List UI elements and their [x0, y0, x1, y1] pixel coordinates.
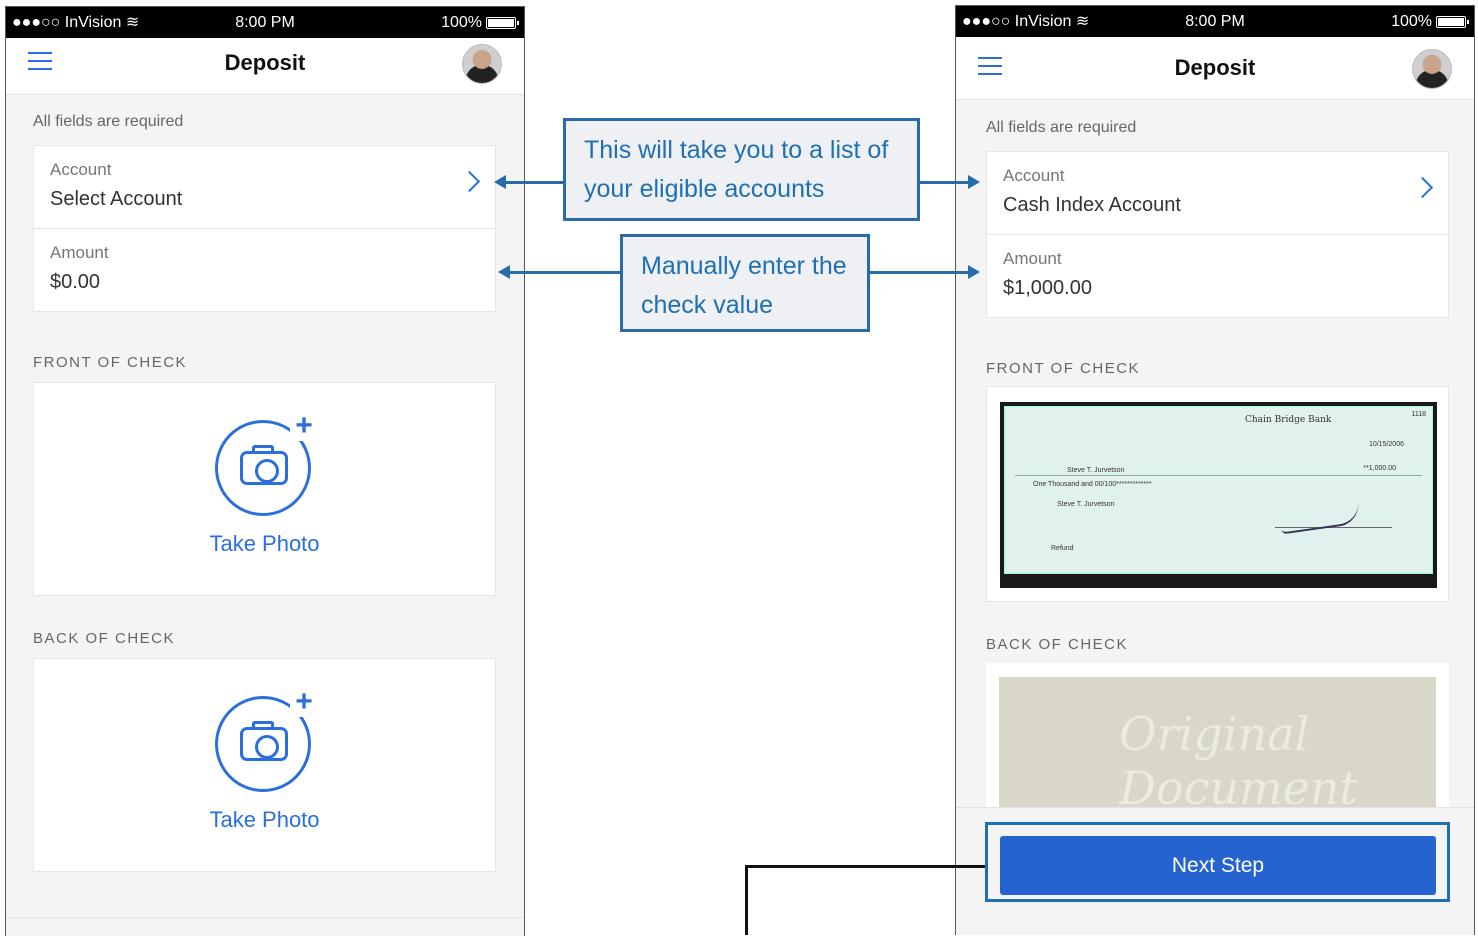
check-back-watermark: Original Document [1119, 707, 1358, 815]
amount-label: Amount [50, 243, 109, 262]
account-callout: This will take you to a list of your eli… [563, 118, 920, 221]
back-photo-button[interactable]: + Take Photo [33, 658, 496, 872]
account-value: Select Account [50, 188, 183, 210]
signature [1278, 501, 1362, 535]
front-photo[interactable]: Chain Bridge Bank 1118 10/15/2006 Steve … [986, 386, 1449, 602]
arrow-left-icon [498, 265, 510, 279]
status-bar: ●●●○○ InVision ︎≋ 8:00 PM 100% [6, 7, 524, 38]
account-field[interactable]: Account Cash Index Account [987, 152, 1448, 235]
avatar[interactable] [1412, 49, 1452, 89]
amount-value[interactable]: $0.00 [50, 271, 100, 294]
connector-line [745, 865, 985, 868]
account-value: Cash Index Account [1003, 194, 1181, 216]
avatar[interactable] [462, 44, 502, 84]
arrow-right-icon [968, 265, 980, 279]
check-bank-name: Chain Bridge Bank [1245, 415, 1332, 425]
account-label: Account [50, 160, 112, 179]
arrow-line [870, 271, 970, 274]
back-photo[interactable]: Original Document [986, 663, 1449, 823]
battery-percent: 100% [441, 14, 482, 31]
required-note: All fields are required [33, 113, 184, 130]
plus-icon: + [290, 411, 318, 441]
front-photo-button[interactable]: + Take Photo [33, 382, 496, 596]
battery-icon [1436, 15, 1469, 28]
chevron-right-icon[interactable] [1411, 176, 1434, 199]
bottom-divider [6, 917, 524, 918]
amount-field[interactable]: Amount $1,000.00 [987, 235, 1448, 317]
amount-value[interactable]: $1,000.00 [1003, 277, 1092, 300]
connector-line [745, 865, 748, 935]
arrow-line [505, 181, 563, 184]
amount-label: Amount [1003, 249, 1062, 268]
camera-icon[interactable]: + [215, 687, 318, 792]
check-number: 1118 [1411, 411, 1426, 418]
amount-field[interactable]: Amount $0.00 [34, 229, 495, 311]
front-of-check-heading: FRONT OF CHECK [33, 354, 188, 371]
account-label: Account [1003, 166, 1065, 185]
required-note: All fields are required [986, 119, 1137, 136]
battery-percent: 100% [1391, 13, 1432, 30]
check-amount: **1,000.00 [1363, 465, 1396, 472]
back-of-check-heading: BACK OF CHECK [986, 636, 1129, 653]
back-of-check-heading: BACK OF CHECK [33, 630, 176, 647]
next-step-highlight [985, 822, 1450, 902]
check-front-image: Chain Bridge Bank 1118 10/15/2006 Steve … [1000, 402, 1437, 588]
battery-icon [486, 16, 519, 29]
check-payee: Steve T. Jurvetson [1067, 467, 1125, 474]
status-bar: ●●●○○ InVision ︎≋ 8:00 PM 100% [956, 6, 1474, 37]
check-written-amount: One Thousand and 00/100************* [1033, 481, 1152, 488]
account-field[interactable]: Account Select Account [34, 146, 495, 229]
phone-screen-left: ●●●○○ InVision ︎≋ 8:00 PM 100% Deposit A… [5, 6, 525, 936]
check-memo: Refund [1051, 545, 1074, 552]
deposit-form: Account Cash Index Account Amount $1,000… [986, 151, 1449, 318]
chevron-right-icon[interactable] [458, 170, 481, 193]
navbar: Deposit [956, 37, 1474, 100]
arrow-left-icon [494, 175, 506, 189]
arrow-right-icon [968, 175, 980, 189]
plus-icon: + [290, 687, 318, 717]
deposit-form: Account Select Account Amount $0.00 [33, 145, 496, 312]
camera-icon[interactable]: + [215, 411, 318, 516]
page-title: Deposit [1174, 55, 1256, 80]
check-back-image: Original Document [999, 677, 1436, 817]
check-date: 10/15/2006 [1368, 441, 1404, 448]
phone-screen-right: ●●●○○ InVision ︎≋ 8:00 PM 100% Deposit A… [955, 5, 1475, 935]
check-address-name: Steve T. Jurvetson [1057, 501, 1115, 508]
take-photo-front-label[interactable]: Take Photo [34, 531, 495, 557]
navbar: Deposit [6, 38, 524, 95]
front-of-check-heading: FRONT OF CHECK [986, 360, 1141, 377]
amount-callout: Manually enter the check value [620, 234, 870, 332]
page-title: Deposit [224, 50, 306, 75]
arrow-line [920, 181, 970, 184]
take-photo-back-label[interactable]: Take Photo [34, 807, 495, 833]
arrow-line [510, 271, 620, 274]
